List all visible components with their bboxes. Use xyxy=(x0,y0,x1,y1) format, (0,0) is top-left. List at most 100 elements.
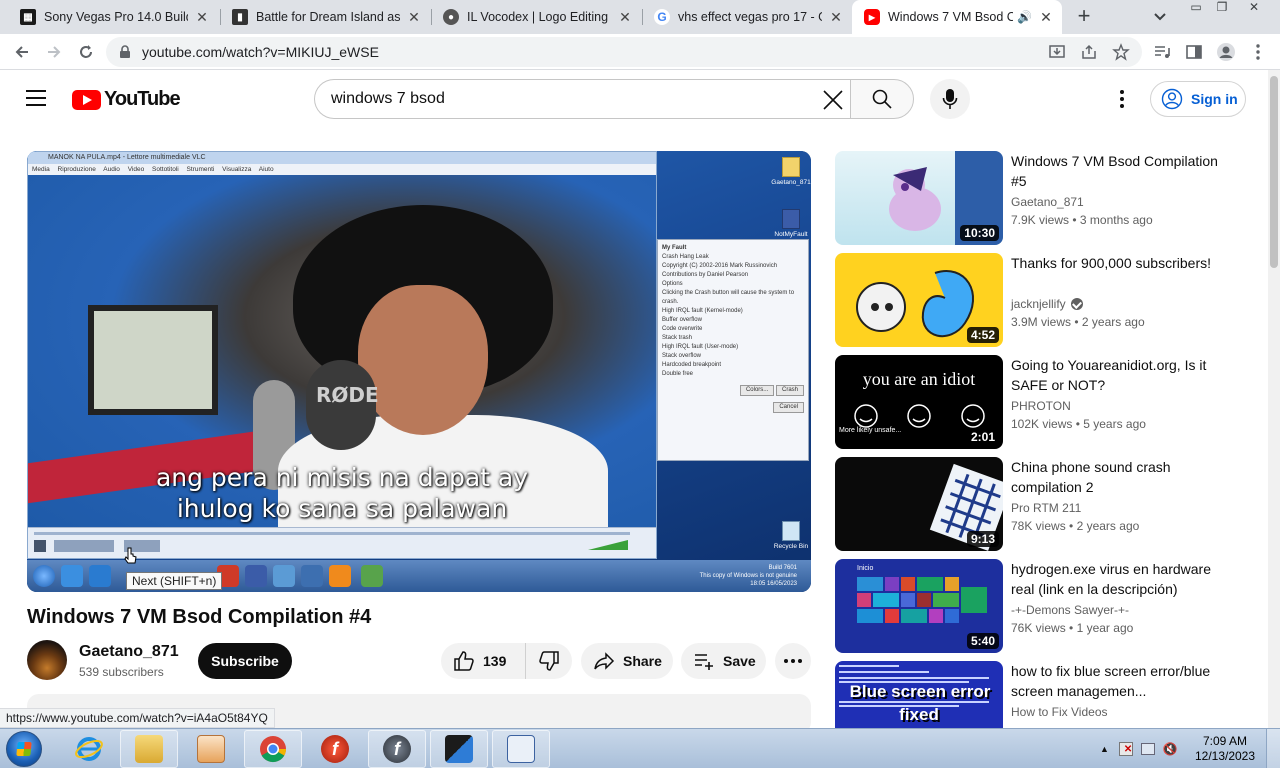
recommendation-item[interactable]: you are an idiot More likely unsafe... 2… xyxy=(835,355,1255,451)
recommendation-channel[interactable]: Gaetano_871 xyxy=(1011,195,1084,209)
keyboard-icon[interactable] xyxy=(492,730,550,768)
recommendation-item[interactable]: 10:30 Windows 7 VM Bsod Compilation #5 G… xyxy=(835,151,1255,247)
browser-tab-1[interactable]: ▦ Sony Vegas Pro 14.0 Build 2 ✕ xyxy=(8,0,218,34)
chrome-icon[interactable] xyxy=(244,730,302,768)
start-button[interactable] xyxy=(6,731,42,767)
video-thumbnail[interactable]: 10:30 xyxy=(835,151,1003,245)
search-button[interactable] xyxy=(850,79,914,119)
recommendation-title[interactable]: Windows 7 VM Bsod Compilation #5 xyxy=(1011,151,1221,191)
media-control-icon[interactable] xyxy=(1152,42,1172,62)
share-button[interactable]: Share xyxy=(581,643,673,679)
share-page-icon[interactable] xyxy=(1080,43,1098,61)
settings-menu-icon[interactable] xyxy=(1112,88,1132,110)
recommendation-title[interactable]: hydrogen.exe virus en hardware real (lin… xyxy=(1011,559,1221,599)
account-icon xyxy=(1161,88,1183,110)
clear-search-icon[interactable] xyxy=(822,89,844,111)
recommendation-title[interactable]: how to fix blue screen error/blue screen… xyxy=(1011,661,1221,701)
video-thumbnail[interactable]: 9:13 xyxy=(835,457,1003,551)
search-input[interactable]: windows 7 bsod xyxy=(314,79,850,119)
youtube-logo[interactable]: YouTube xyxy=(72,88,181,111)
notmyfault-dialog: My Fault Crash Hang Leak Copyright (C) 2… xyxy=(657,239,809,461)
flash-player-icon[interactable]: f xyxy=(368,730,426,768)
speaker-icon[interactable]: 🔊 xyxy=(1017,10,1032,24)
channel-avatar[interactable] xyxy=(27,640,67,680)
browser-tab-4[interactable]: G vhs effect vegas pro 17 - Gr ✕ xyxy=(642,0,852,34)
recommendation-channel[interactable]: Pro RTM 211 xyxy=(1011,501,1081,515)
volume-icon[interactable]: 🔇 xyxy=(1163,742,1178,756)
minimize-icon[interactable]: ▭ xyxy=(1184,0,1208,20)
video-thumbnail[interactable]: Blue screen error fixed xyxy=(835,661,1003,728)
network-icon[interactable] xyxy=(1140,743,1155,755)
flash-icon[interactable]: f xyxy=(306,730,364,768)
video-thumbnail[interactable]: you are an idiot More likely unsafe... 2… xyxy=(835,355,1003,449)
chevron-down-icon[interactable] xyxy=(1150,8,1170,26)
recommendation-channel[interactable]: -+-Demons Sawyer-+- xyxy=(1011,603,1129,617)
forward-icon[interactable] xyxy=(42,40,66,64)
sign-in-button[interactable]: Sign in xyxy=(1150,81,1246,117)
more-actions-button[interactable] xyxy=(775,643,811,679)
windows-taskbar: f f ▲ ✕ 🔇 7:09 AM 12/13/2023 xyxy=(0,728,1280,768)
page-icon: ▮ xyxy=(232,9,248,25)
side-panel-icon[interactable] xyxy=(1184,42,1204,62)
menu-icon[interactable] xyxy=(26,90,46,106)
internet-explorer-icon[interactable] xyxy=(60,730,118,768)
video-player[interactable]: Gaetano_871 NotMyFault Recycle Bin MANOK… xyxy=(27,151,811,592)
close-icon[interactable]: ✕ xyxy=(406,9,422,25)
reload-icon[interactable] xyxy=(74,40,98,64)
tray-expand-icon[interactable]: ▲ xyxy=(1100,744,1109,754)
vegas-icon[interactable] xyxy=(430,730,488,768)
recommendation-title[interactable]: Going to Youareanidiot.org, Is it SAFE o… xyxy=(1011,355,1221,395)
dislike-button[interactable] xyxy=(526,643,572,679)
channel-name[interactable]: Gaetano_871 xyxy=(79,643,179,661)
media-player-icon[interactable] xyxy=(182,730,240,768)
browser-tab-active[interactable]: ▶ Windows 7 VM Bsod C 🔊 ✕ xyxy=(852,0,1062,34)
action-center-icon[interactable]: ✕ xyxy=(1118,742,1133,756)
show-desktop-button[interactable] xyxy=(1266,729,1280,768)
address-bar[interactable]: youtube.com/watch?v=MIKIUJ_eWSE xyxy=(106,37,1142,67)
recommendation-channel[interactable]: PHROTON xyxy=(1011,399,1071,413)
new-tab-icon[interactable]: + xyxy=(1072,5,1096,29)
browser-tab-3[interactable]: ● IL Vocodex | Logo Editing W ✕ xyxy=(431,0,641,34)
video-thumbnail[interactable]: 4:52 xyxy=(835,253,1003,347)
window-close-icon[interactable]: ✕ xyxy=(1242,0,1266,20)
install-icon[interactable] xyxy=(1048,43,1066,61)
browser-toolbar: youtube.com/watch?v=MIKIUJ_eWSE xyxy=(0,34,1280,70)
mouse-cursor-icon xyxy=(124,547,137,564)
system-clock[interactable]: 7:09 AM 12/13/2023 xyxy=(1192,734,1258,764)
bookmark-star-icon[interactable] xyxy=(1112,43,1130,61)
recycle-bin-icon: Recycle Bin xyxy=(771,521,811,550)
lock-icon[interactable] xyxy=(118,45,132,59)
browser-tab-2[interactable]: ▮ Battle for Dream Island asse ✕ xyxy=(220,0,430,34)
close-icon[interactable]: ✕ xyxy=(617,9,633,25)
thumbnail-text: Inicio xyxy=(857,565,874,572)
browser-menu-icon[interactable] xyxy=(1248,42,1268,62)
subscriber-count: 539 subscribers xyxy=(79,665,164,679)
close-icon[interactable]: ✕ xyxy=(828,9,844,25)
file-explorer-icon[interactable] xyxy=(120,730,178,768)
video-title: Windows 7 VM Bsod Compilation #4 xyxy=(27,606,372,628)
close-icon[interactable]: ✕ xyxy=(194,9,210,25)
restore-icon[interactable]: ❐ xyxy=(1210,0,1234,20)
voice-search-button[interactable] xyxy=(930,79,970,119)
video-duration: 4:52 xyxy=(966,327,999,343)
recommendation-item[interactable]: 4:52 Thanks for 900,000 subscribers! jac… xyxy=(835,253,1255,349)
scrollbar-thumb[interactable] xyxy=(1270,76,1278,268)
subscribe-button[interactable]: Subscribe xyxy=(198,643,292,679)
thumbnail-caption: More likely unsafe... xyxy=(839,427,902,434)
recommendation-item[interactable]: Inicio 5:40 hydrogen.exe virus en hardwa… xyxy=(835,559,1255,655)
search-query: windows 7 bsod xyxy=(331,90,445,107)
like-button[interactable]: 139 xyxy=(441,643,526,679)
recommendation-meta: 102K views • 5 years ago xyxy=(1011,417,1146,431)
page-scrollbar[interactable] xyxy=(1268,70,1280,728)
recommendation-channel[interactable]: How to Fix Videos xyxy=(1011,705,1108,719)
recommendation-channel[interactable]: jacknjellify xyxy=(1011,297,1083,311)
back-icon[interactable] xyxy=(10,40,34,64)
recommendation-title[interactable]: Thanks for 900,000 subscribers! xyxy=(1011,253,1221,273)
close-icon[interactable]: ✕ xyxy=(1038,9,1054,25)
recommendation-title[interactable]: China phone sound crash compilation 2 xyxy=(1011,457,1221,497)
video-thumbnail[interactable]: Inicio 5:40 xyxy=(835,559,1003,653)
save-button[interactable]: Save xyxy=(681,643,766,679)
profile-icon[interactable] xyxy=(1216,42,1236,62)
recommendation-item[interactable]: Blue screen error fixed how to fix blue … xyxy=(835,661,1255,728)
recommendation-item[interactable]: 9:13 China phone sound crash compilation… xyxy=(835,457,1255,553)
